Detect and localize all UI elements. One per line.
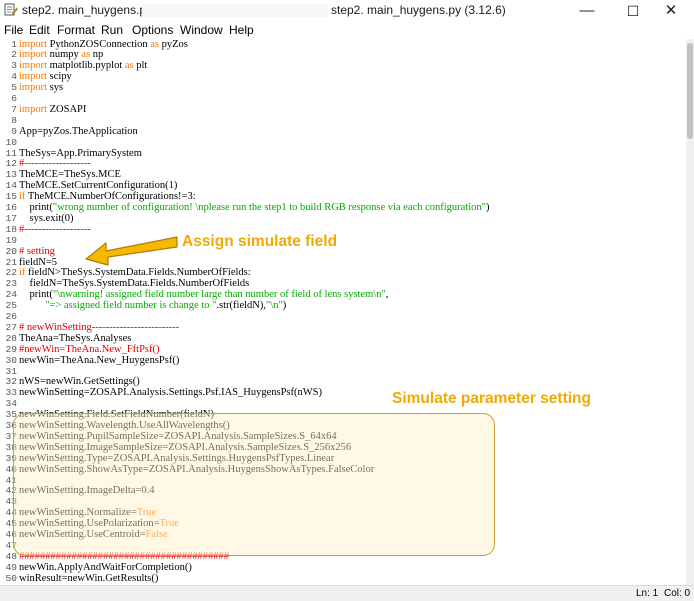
menu-bar: File Edit Format Run Options Window Help: [0, 22, 694, 39]
code-token: .str(fieldN),: [216, 300, 266, 312]
code-token: import: [19, 71, 47, 83]
line-number: 10: [5, 136, 17, 148]
menu-options[interactable]: Options: [132, 23, 173, 37]
code-token: TheSys=App.PrimarySystem: [19, 147, 142, 159]
code-token: pyZos: [159, 39, 188, 50]
code-token: sys: [47, 82, 64, 94]
code-token: as: [81, 49, 91, 61]
code-token: fieldN=TheSys.SystemData.Fields.NumberOf…: [19, 278, 250, 290]
menu-file[interactable]: File: [4, 23, 23, 37]
code-token: # newWinSetting-------------------------: [19, 321, 180, 333]
status-line: Ln: 1: [636, 588, 659, 599]
assign-field-annotation: Assign simulate field: [182, 233, 338, 250]
code-token: #-------------------: [19, 158, 91, 170]
scrollbar-thumb[interactable]: [687, 43, 693, 139]
code-token: App=pyZos.TheApplication: [19, 125, 138, 137]
code-token: sys.exit(0): [19, 212, 74, 224]
line-number: 50: [5, 572, 17, 584]
arrow-icon: [85, 236, 178, 266]
minimize-button[interactable]: —: [564, 0, 610, 22]
code-token: print(: [19, 289, 53, 301]
code-token: ): [485, 202, 490, 213]
code-token: TheMCE=TheSys.MCE: [19, 169, 121, 181]
code-token: fieldN=5: [19, 256, 57, 268]
code-token: newWinSetting=ZOSAPI.Analysis.Settings.P…: [19, 387, 323, 399]
vertical-scrollbar[interactable]: [686, 39, 694, 585]
line-number: 29: [5, 343, 17, 355]
code-token: scipy: [47, 71, 72, 83]
line-number: 30: [5, 354, 17, 366]
code-token: "\nwarning! assigned field number large …: [52, 289, 386, 301]
code-line[interactable]: newWinSetting=ZOSAPI.Analysis.Settings.P…: [19, 387, 323, 399]
code-token: "wrong number of configuration! \nplease…: [52, 202, 486, 213]
code-token: "\n": [266, 300, 283, 312]
code-token: newWin.ApplyAndWaitForCompletion(): [19, 561, 192, 573]
menu-format[interactable]: Format: [57, 23, 95, 37]
line-number: 9: [11, 125, 17, 137]
code-token: plt: [133, 60, 148, 72]
code-token: # setting: [19, 245, 55, 257]
code-token: numpy: [47, 49, 82, 61]
menu-run[interactable]: Run: [101, 23, 123, 37]
code-token: print(: [19, 202, 53, 213]
code-line[interactable]: print("wrong number of configuration! \n…: [19, 202, 490, 214]
code-token: newWin=TheAna.New_HuygensPsf(): [19, 354, 180, 366]
title-bar[interactable]: step2. main_huygens.py - step2. main_huy…: [0, 0, 694, 22]
code-token: TheMCE.NumberOfConfigurations!=3:: [25, 191, 196, 203]
code-line[interactable]: "=> assigned field number is change to "…: [19, 300, 287, 312]
code-token: as: [150, 39, 160, 50]
menu-edit[interactable]: Edit: [29, 23, 50, 37]
code-token: as: [124, 60, 134, 72]
code-token: winResult=newWin.GetResults(): [19, 572, 159, 584]
code-line[interactable]: import sys: [19, 82, 64, 94]
line-number: 20: [5, 245, 17, 257]
title-redaction: [142, 4, 328, 17]
line-number: 19: [5, 234, 17, 246]
code-token: import: [19, 39, 47, 50]
code-line[interactable]: winResult=newWin.GetResults(): [19, 572, 159, 585]
window-title-left: step2. main_huygens.py -: [22, 3, 160, 17]
code-token: #newWin=TheAna.New_FftPsf(): [19, 343, 160, 355]
python-idle-icon: [4, 3, 18, 16]
code-token: PythonZOSConnection: [47, 39, 151, 50]
code-line[interactable]: newWin=TheAna.New_HuygensPsf(): [19, 354, 180, 367]
code-token: TheMCE.SetCurrentConfiguration(1): [19, 180, 178, 192]
code-token: ZOSAPI: [47, 103, 87, 115]
code-token: fieldN>TheSys.SystemData.Fields.NumberOf…: [25, 267, 251, 279]
line-number: 49: [5, 561, 17, 573]
code-token: TheAna=TheSys.Analyses: [19, 332, 132, 344]
code-token: nWS=newWin.GetSettings(): [19, 376, 140, 388]
code-token: import: [19, 49, 47, 61]
code-token: import: [19, 82, 47, 94]
menu-help[interactable]: Help: [229, 23, 254, 37]
parameter-highlight-box: [13, 413, 495, 556]
code-token: import: [19, 60, 47, 72]
parameter-setting-annotation: Simulate parameter setting: [392, 390, 591, 407]
code-token: "=> assigned field number is change to ": [19, 300, 217, 312]
window-title-right: step2. main_huygens.py (3.12.6): [331, 3, 506, 17]
code-line[interactable]: import ZOSAPI: [19, 103, 87, 116]
status-col: Col: 0: [664, 588, 691, 599]
code-token: matplotlib.pyplot: [47, 60, 125, 72]
code-token: import: [19, 103, 47, 115]
menu-window[interactable]: Window: [180, 23, 223, 37]
status-bar: Ln: 1 Col: 0: [0, 585, 694, 601]
code-token: ,: [385, 289, 389, 301]
code-token: np: [90, 49, 104, 61]
code-token: ): [282, 300, 287, 312]
code-line[interactable]: App=pyZos.TheApplication: [19, 125, 138, 138]
close-button[interactable]: ✕: [648, 0, 694, 22]
